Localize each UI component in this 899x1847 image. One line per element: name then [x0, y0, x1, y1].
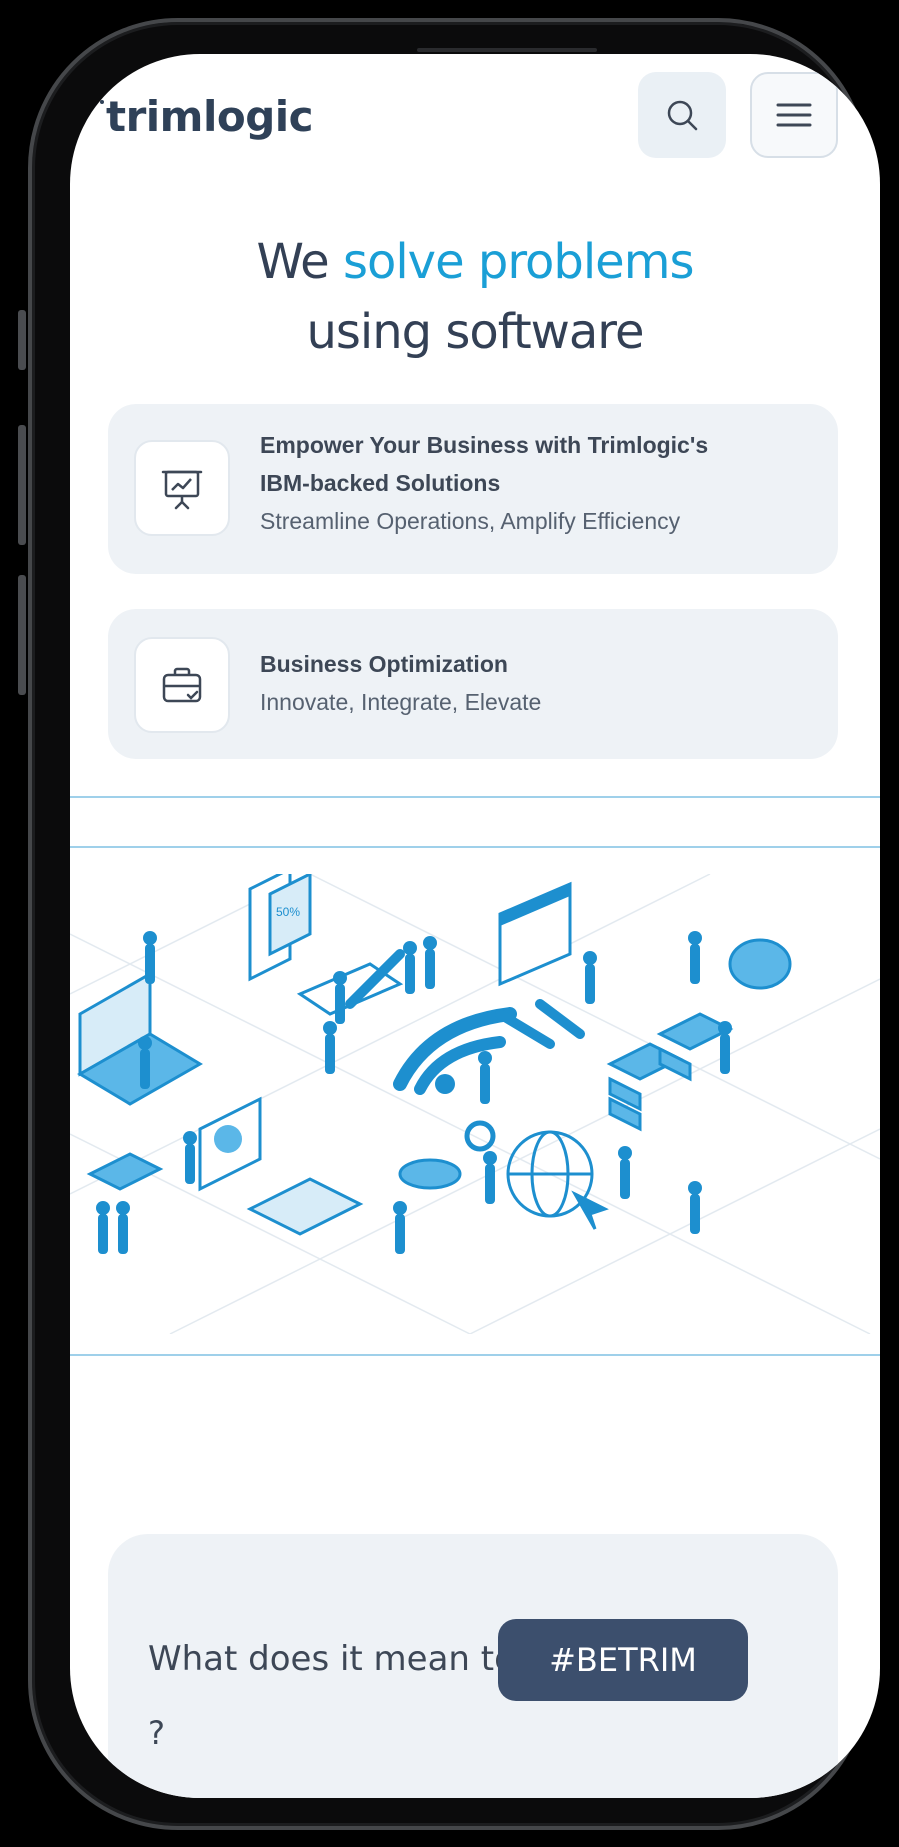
feature-card-optimization-title: Business Optimization	[260, 651, 508, 677]
phone-speaker	[417, 48, 597, 52]
feature-card-ibm[interactable]: Empower Your Business with Trimlogic's I…	[108, 404, 838, 574]
betrim-question-mark: ?	[148, 1714, 165, 1752]
search-icon	[667, 100, 698, 131]
wifi-icon	[393, 1007, 517, 1095]
betrim-question: What does it mean to	[148, 1639, 515, 1679]
pie-chart-icon	[398, 1158, 462, 1190]
presentation-chart-icon	[134, 440, 230, 536]
browser-window-icon	[498, 881, 572, 987]
globe-cursor-icon	[506, 1130, 609, 1230]
hamburger-menu-icon	[776, 103, 812, 127]
document-pen-icon	[296, 949, 405, 1016]
betrim-card: What does it mean to #BETRIM ?	[108, 1534, 838, 1798]
divider-line-top	[70, 796, 880, 798]
microchip-icon	[86, 1152, 164, 1191]
megaphone-icon	[728, 938, 792, 990]
logo-dot	[100, 100, 104, 104]
hero-accent: solve problems	[342, 234, 695, 290]
phone-volume-up-button	[18, 425, 26, 545]
briefcase-check-icon	[134, 637, 230, 733]
illustration-badge: 50%	[276, 905, 300, 919]
logo[interactable]: trimlogic	[106, 92, 314, 141]
server-stack-icon	[606, 1012, 734, 1132]
feature-card-optimization[interactable]: Business Optimization Innovate, Integrat…	[108, 609, 838, 759]
hero-heading-line1: We solve problems	[70, 234, 880, 290]
menu-button[interactable]	[750, 72, 838, 158]
presentation-board-icon	[198, 1096, 262, 1192]
feature-card-ibm-subtitle: Streamline Operations, Amplify Efficienc…	[260, 508, 681, 534]
feature-card-optimization-subtitle: Innovate, Integrate, Elevate	[260, 689, 542, 715]
isometric-business-tech-illustration: 50%	[70, 874, 880, 1334]
divider-line-bottom	[70, 1354, 880, 1356]
phone-volume-down-button	[18, 575, 26, 695]
feature-card-ibm-text: Empower Your Business with Trimlogic's I…	[260, 426, 708, 540]
phone-screen: trimlogic We solve problems using softwa…	[70, 54, 880, 1798]
feature-card-ibm-title-2: IBM-backed Solutions	[260, 470, 501, 496]
phone-mute-switch	[18, 310, 26, 370]
tablet-chart-icon: 50%	[248, 874, 312, 982]
hero-heading-line2: using software	[306, 304, 644, 360]
gear-icon	[464, 1120, 496, 1152]
feature-card-optimization-text: Business Optimization Innovate, Integrat…	[260, 645, 541, 721]
feature-card-ibm-title-1: Empower Your Business with Trimlogic's	[260, 432, 709, 458]
meeting-table-icon	[246, 1177, 364, 1236]
hero-prefix: We	[256, 234, 343, 290]
divider-line-mid	[70, 846, 880, 848]
search-button[interactable]	[638, 72, 726, 158]
betrim-tag[interactable]: #BETRIM	[498, 1619, 748, 1701]
